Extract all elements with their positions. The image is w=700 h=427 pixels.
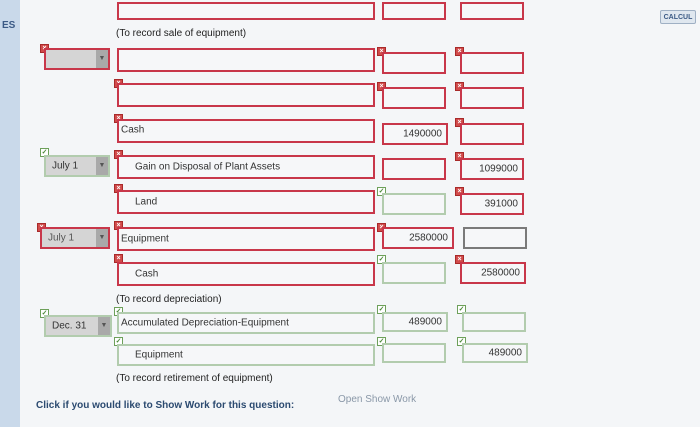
account-text: Cash: [121, 124, 145, 136]
account-field-2[interactable]: [117, 83, 375, 107]
credit-field-5[interactable]: 391000: [460, 193, 524, 215]
debit-field-3[interactable]: 1490000: [382, 123, 448, 145]
credit-field-3[interactable]: [460, 123, 524, 145]
account-text: Equipment: [121, 233, 169, 245]
account-field-top-partial[interactable]: [117, 2, 375, 20]
calculator-button[interactable]: CALCUL: [660, 10, 696, 24]
debit-amount: 1490000: [403, 128, 442, 140]
debit-field-5[interactable]: [382, 193, 446, 215]
debit-amount: 489000: [408, 316, 442, 328]
credit-field-2[interactable]: [460, 87, 524, 109]
debit-field-top-partial[interactable]: [382, 2, 446, 20]
account-field-3[interactable]: Cash: [117, 119, 375, 143]
note-sale: (To record sale of equipment): [116, 28, 247, 39]
account-field-6[interactable]: Equipment: [117, 227, 375, 251]
account-field-1[interactable]: [117, 48, 375, 72]
account-text: Accumulated Depreciation-Equipment: [121, 317, 289, 329]
credit-amount: 1099000: [479, 163, 518, 175]
debit-field-2[interactable]: [382, 87, 446, 109]
date-select-4[interactable]: July 1 ▼: [44, 155, 110, 177]
chevron-down-icon: ▼: [96, 229, 108, 247]
credit-field-6[interactable]: [463, 227, 527, 249]
debit-field-7[interactable]: [382, 262, 446, 284]
credit-field-7[interactable]: 2580000: [460, 262, 526, 284]
debit-field-4[interactable]: [382, 158, 446, 180]
credit-field-1[interactable]: [460, 52, 524, 74]
account-text: Gain on Disposal of Plant Assets: [135, 161, 281, 173]
credit-field-4[interactable]: 1099000: [460, 158, 524, 180]
credit-field-9[interactable]: 489000: [462, 343, 528, 363]
chevron-down-icon: ▼: [98, 317, 110, 335]
chevron-down-icon: ▼: [96, 157, 108, 175]
credit-amount: 489000: [488, 347, 522, 359]
debit-field-1[interactable]: [382, 52, 446, 74]
credit-field-8[interactable]: [462, 312, 526, 332]
debit-amount: 2580000: [409, 232, 448, 244]
account-text: Cash: [135, 268, 159, 280]
debit-field-9[interactable]: [382, 343, 446, 363]
sidebar-label: ES: [2, 20, 16, 31]
date-select-8[interactable]: Dec. 31 ▼: [44, 315, 112, 337]
journal-entry-panel: CALCUL (To record sale of equipment) × ▼…: [20, 0, 700, 427]
show-work-prompt: Click if you would like to Show Work for…: [36, 400, 295, 411]
date-select-1[interactable]: ▼: [44, 48, 110, 70]
credit-amount: 2580000: [481, 267, 520, 279]
date-text: July 1: [48, 232, 75, 244]
account-field-5[interactable]: Land: [117, 190, 375, 214]
account-field-7[interactable]: Cash: [117, 262, 375, 286]
account-text: Equipment: [135, 349, 183, 361]
date-select-6[interactable]: July 1 ▼: [40, 227, 110, 249]
note-depreciation: (To record depreciation): [116, 294, 222, 305]
account-text: Land: [135, 196, 158, 208]
account-field-4[interactable]: Gain on Disposal of Plant Assets: [117, 155, 375, 179]
chevron-down-icon: ▼: [96, 50, 108, 68]
account-field-8[interactable]: Accumulated Depreciation-Equipment: [117, 312, 375, 334]
open-show-work-link[interactable]: Open Show Work: [338, 394, 416, 405]
credit-field-top-partial[interactable]: [460, 2, 524, 20]
debit-field-6[interactable]: 2580000: [382, 227, 454, 249]
debit-field-8[interactable]: 489000: [382, 312, 448, 332]
credit-amount: 391000: [484, 198, 518, 210]
date-text: Dec. 31: [52, 320, 87, 332]
account-field-9[interactable]: Equipment: [117, 344, 375, 366]
note-retirement: (To record retirement of equipment): [116, 373, 273, 384]
left-sidebar: ES: [0, 0, 21, 427]
date-text: July 1: [52, 160, 79, 172]
